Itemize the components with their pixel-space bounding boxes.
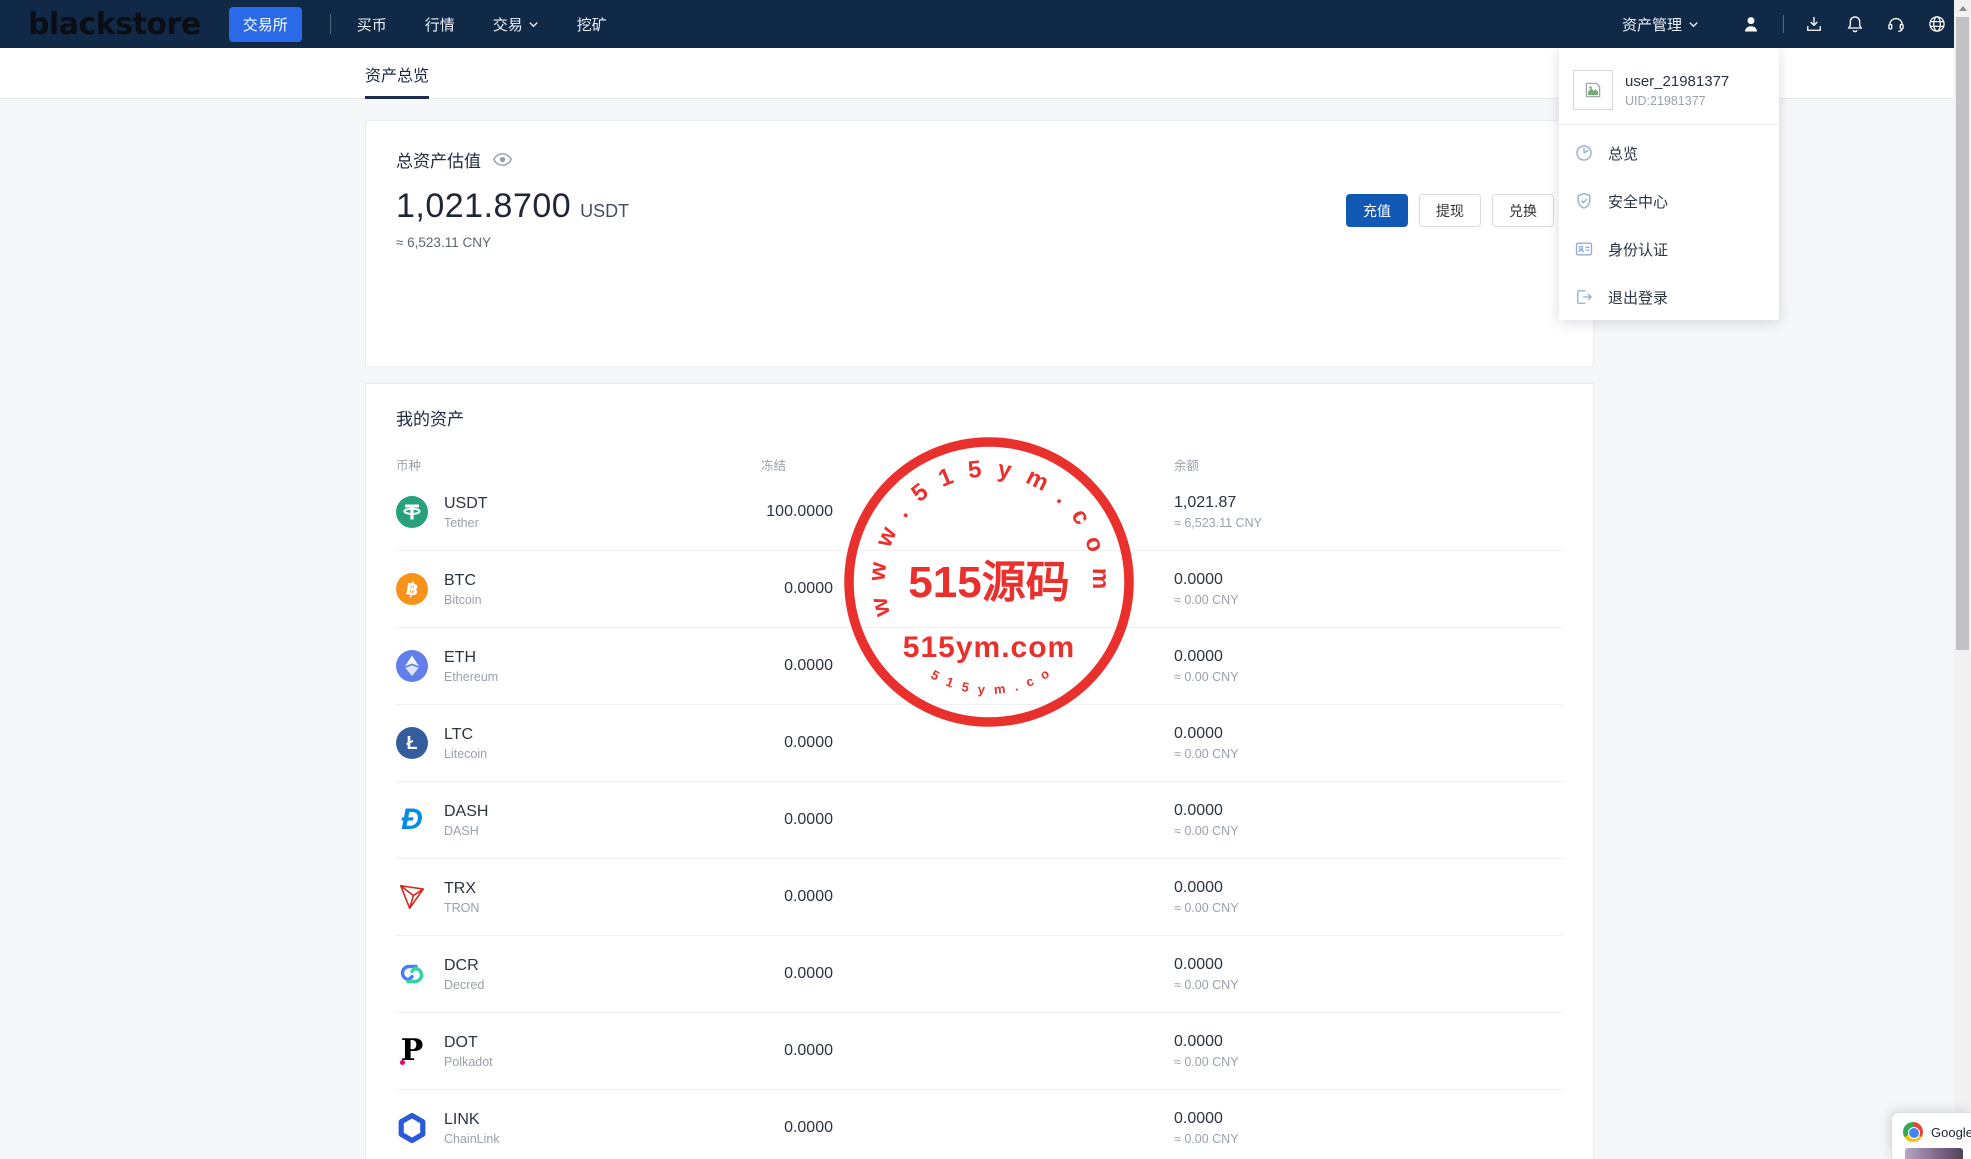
link-icon (396, 1112, 428, 1144)
id-card-icon (1575, 242, 1593, 256)
balance-value: 0.0000 (1174, 648, 1223, 665)
balance-value: 1,021.87 (1174, 494, 1237, 511)
overview-clock-icon (1576, 145, 1592, 161)
trx-icon (396, 881, 428, 913)
balance-value: 0.0000 (1174, 802, 1223, 819)
dcr-icon (396, 958, 428, 990)
frozen-value: 0.0000 (784, 1042, 833, 1059)
user-uid: UID:21981377 (1625, 93, 1706, 108)
col-balance: 余额 (1174, 459, 1200, 473)
frozen-value: 0.0000 (784, 811, 833, 828)
menu-item-overview[interactable]: 总览 (1559, 129, 1779, 177)
frozen-value: 0.0000 (784, 580, 833, 597)
shield-check-icon (1577, 192, 1591, 209)
nav-divider (1783, 15, 1784, 33)
my-assets-card: 我的资产 币种 冻结 余额 USDT Tether 100.0000 1,021.… (365, 383, 1594, 1159)
btc-icon: ฿ (396, 573, 428, 605)
frozen-value: 0.0000 (784, 965, 833, 982)
table-row: TRX TRON 0.0000 0.0000 ≈ 0.00 CNY (396, 859, 1563, 936)
total-asset-card: 总资产估值 1,021.8700 USDT ≈ 6,523.11 CNY 充值 提… (365, 120, 1594, 367)
download-icon[interactable] (1804, 14, 1824, 34)
menu-item-identity-verification[interactable]: 身份认证 (1559, 225, 1779, 273)
nav-link-markets[interactable]: 行情 (425, 14, 455, 35)
chevron-down-icon (529, 21, 538, 27)
dot-icon: P (400, 1033, 424, 1068)
balance-value: 0.0000 (1174, 1033, 1223, 1050)
frozen-value: 0.0000 (784, 888, 833, 905)
balance-cny: ≈ 0.00 CNY (1174, 593, 1239, 607)
bell-icon[interactable] (1845, 14, 1865, 34)
total-asset-currency: USDT (580, 201, 630, 221)
frozen-value: 100.0000 (766, 503, 833, 520)
exchange-button[interactable]: 兑换 (1492, 194, 1554, 227)
balance-cny: ≈ 0.00 CNY (1174, 978, 1239, 992)
eye-icon[interactable] (492, 149, 513, 170)
chrome-icon (1903, 1122, 1923, 1142)
balance-value: 0.0000 (1174, 879, 1223, 896)
user-avatar-button[interactable] (1741, 14, 1761, 34)
scrollbar (1954, 0, 1971, 1159)
table-row: ETH Ethereum 0.0000 0.0000 ≈ 0.00 CNY (396, 628, 1563, 705)
support-headset-icon[interactable] (1886, 14, 1906, 34)
usdt-icon (396, 496, 428, 528)
eth-icon (396, 650, 428, 682)
table-row: Ł LTC Litecoin 0.0000 0.0000 ≈ 0.00 CNY (396, 705, 1563, 782)
user-info: user_21981377 UID:21981377 (1559, 48, 1779, 124)
logout-icon (1577, 290, 1593, 304)
balance-value: 0.0000 (1174, 725, 1223, 742)
scrollbar-thumb[interactable] (1956, 17, 1969, 650)
frozen-value: 0.0000 (784, 657, 833, 674)
nav-link-mining[interactable]: 挖矿 (577, 14, 607, 35)
scrollbar-up-button[interactable] (1954, 0, 1971, 17)
brand-logo: blackstore (28, 6, 201, 42)
person-icon (1745, 17, 1757, 32)
menu-item-logout[interactable]: 退出登录 (1559, 273, 1779, 321)
balance-value: 0.0000 (1174, 956, 1223, 973)
dash-icon: Đ (401, 803, 423, 836)
popup-thumbnail (1905, 1148, 1963, 1159)
user-dropdown-panel: user_21981377 UID:21981377 总览 安全中心 身份认证 … (1559, 48, 1779, 320)
top-navbar: blackstore 交易所 买币 行情 交易 挖矿 资产管理 (0, 0, 1971, 48)
balance-cny: ≈ 0.00 CNY (1174, 824, 1239, 838)
tab-exchange[interactable]: 交易所 (228, 6, 302, 42)
table-row: LINK ChainLink 0.0000 0.0000 ≈ 0.00 CNY (396, 1090, 1563, 1159)
popup-text: Google C (1931, 1124, 1971, 1140)
ltc-icon: Ł (396, 727, 428, 759)
avatar (1573, 70, 1613, 110)
frozen-value: 0.0000 (784, 1119, 833, 1136)
tab-asset-overview[interactable]: 资产总览 (365, 48, 430, 99)
asset-management-menu[interactable]: 资产管理 (1622, 14, 1699, 35)
col-coin: 币种 (396, 459, 422, 473)
username: user_21981377 (1625, 72, 1730, 90)
nav-link-trade[interactable]: 交易 (493, 14, 539, 35)
menu-item-security-center[interactable]: 安全中心 (1559, 177, 1779, 225)
frozen-value: 0.0000 (784, 734, 833, 751)
balance-cny: ≈ 0.00 CNY (1174, 901, 1239, 915)
assets-table-header: 币种 冻结 余额 (396, 455, 1563, 474)
table-row: P DOT Polkadot 0.0000 0.0000 ≈ 0.00 CNY (396, 1013, 1563, 1090)
balance-cny: ≈ 0.00 CNY (1174, 1055, 1239, 1069)
table-row: USDT Tether 100.0000 1,021.87 ≈ 6,523.11 C… (396, 474, 1563, 551)
total-asset-fiat: ≈ 6,523.11 CNY (396, 235, 491, 250)
balance-cny: ≈ 0.00 CNY (1174, 747, 1239, 761)
balance-cny: ≈ 6,523.11 CNY (1174, 516, 1262, 530)
balance-cny: ≈ 0.00 CNY (1174, 670, 1239, 684)
my-assets-title: 我的资产 (396, 410, 464, 429)
browser-notification-popup[interactable]: Google C (1891, 1112, 1971, 1159)
chevron-down-icon (1689, 21, 1698, 27)
balance-value: 0.0000 (1174, 1110, 1223, 1127)
nav-divider (329, 14, 331, 34)
col-frozen: 冻结 (761, 459, 787, 473)
table-row: Đ DASH DASH 0.0000 0.0000 ≈ 0.00 CNY (396, 782, 1563, 859)
table-row: DCR Decred 0.0000 0.0000 ≈ 0.00 CNY (396, 936, 1563, 1013)
withdraw-button[interactable]: 提现 (1419, 194, 1481, 227)
table-row: ฿ BTC Bitcoin 0.0000 0.0000 ≈ 0.00 CNY (396, 551, 1563, 628)
balance-cny: ≈ 0.00 CNY (1174, 1132, 1239, 1146)
balance-value: 0.0000 (1174, 571, 1223, 588)
nav-link-buy-coin[interactable]: 买币 (357, 14, 387, 35)
total-asset-title: 总资产估值 (396, 152, 481, 171)
deposit-button[interactable]: 充值 (1346, 194, 1408, 227)
language-globe-icon[interactable] (1927, 14, 1947, 34)
